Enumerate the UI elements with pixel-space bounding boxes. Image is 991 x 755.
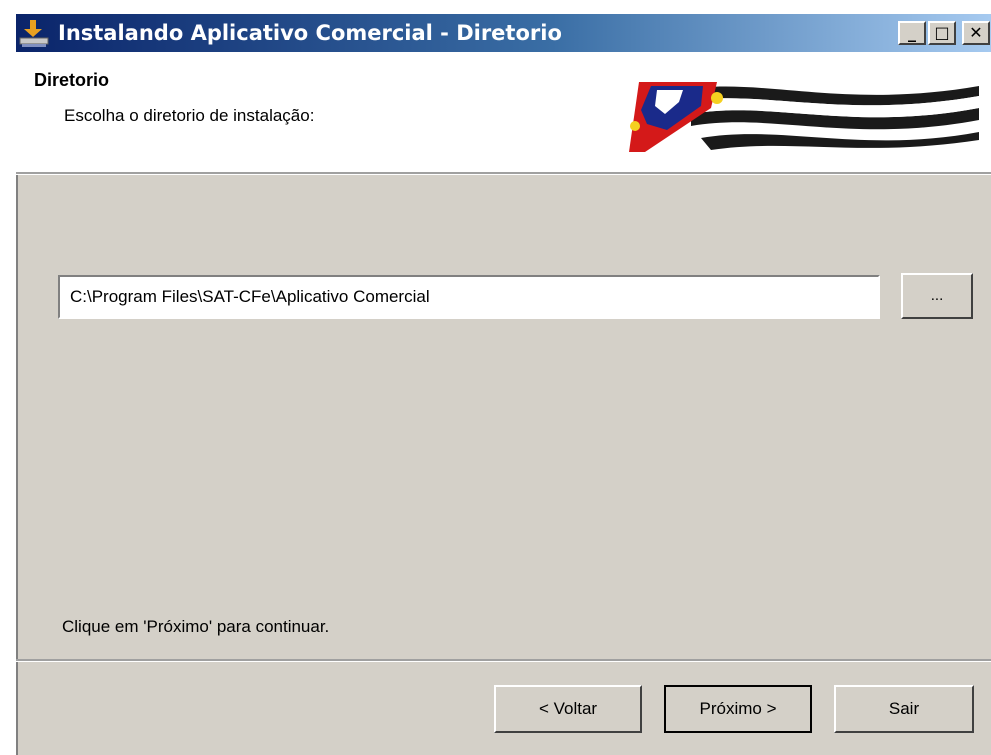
header-title: Diretorio — [34, 70, 110, 90]
window-title: Instalando Aplicativo Comercial - Direto… — [58, 21, 562, 45]
next-button[interactable]: Próximo > — [664, 685, 812, 733]
next-button-label: Próximo > — [699, 699, 777, 718]
minimize-button[interactable]: _ — [898, 21, 926, 45]
browse-button[interactable]: ... — [901, 273, 973, 319]
maximize-icon: □ — [934, 23, 950, 42]
footer-separator — [16, 659, 991, 662]
installer-window: Instalando Aplicativo Comercial - Direto… — [0, 0, 991, 755]
installer-icon — [18, 20, 52, 48]
title-bar[interactable]: Instalando Aplicativo Comercial - Direto… — [0, 0, 991, 54]
maximize-button[interactable]: □ — [928, 21, 956, 45]
continue-hint: Clique em 'Próximo' para continuar. — [62, 617, 330, 636]
window-left-edge — [0, 54, 16, 755]
minimize-icon: _ — [908, 23, 916, 42]
header-subtitle: Escolha o diretorio de instalação: — [64, 106, 315, 125]
exit-button[interactable]: Sair — [834, 685, 974, 733]
close-icon: ✕ — [969, 23, 983, 42]
header-panel: Diretorio Escolha o diretorio de instala… — [16, 52, 991, 172]
back-button[interactable]: < Voltar — [494, 685, 642, 733]
install-directory-input[interactable] — [58, 275, 880, 319]
close-button[interactable]: ✕ — [962, 21, 990, 45]
sao-paulo-flag-logo — [621, 80, 979, 152]
header-separator — [16, 172, 991, 175]
